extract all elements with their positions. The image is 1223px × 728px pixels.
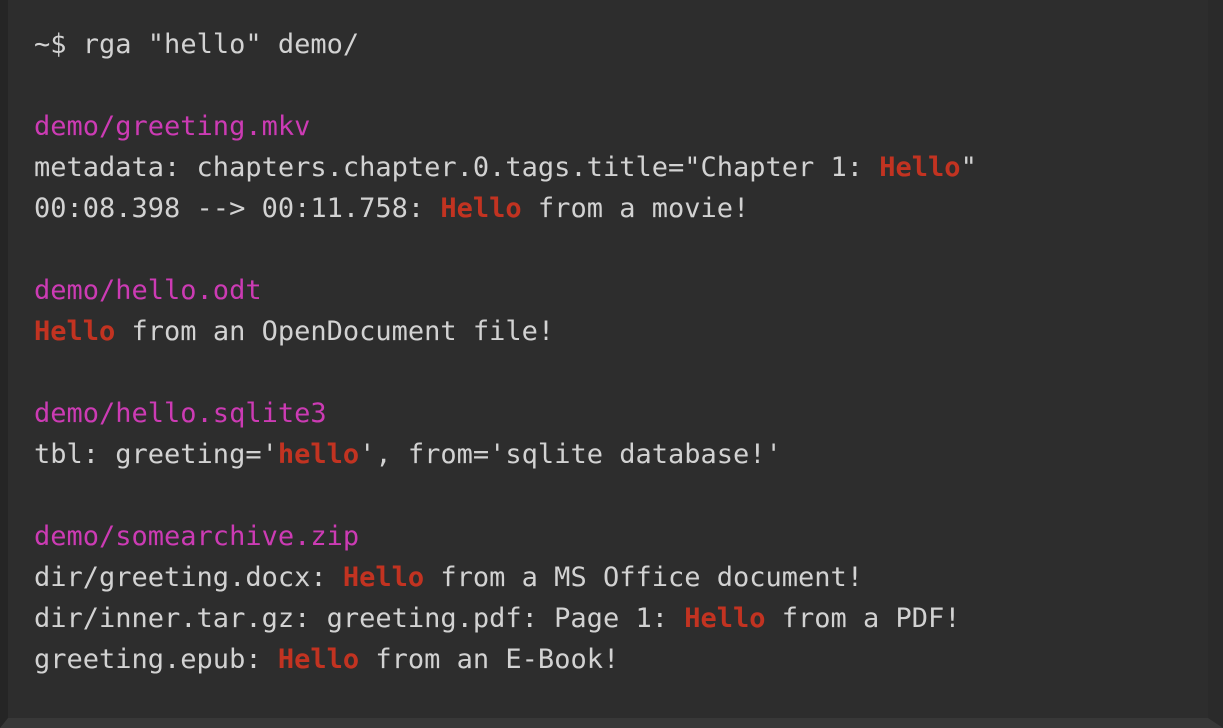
result-line: dir/greeting.docx: Hello from a MS Offic… — [34, 557, 1208, 598]
result-filename: demo/hello.sqlite3 — [34, 393, 1208, 434]
match-highlight: Hello — [342, 562, 425, 593]
command-line: ~$ rga "hello" demo/ — [34, 24, 1208, 65]
blank-line — [34, 352, 1208, 393]
output-text: from a movie! — [521, 193, 750, 224]
result-line: metadata: chapters.chapter.0.tags.title=… — [34, 147, 1208, 188]
output-text: 00:08.398 --> 00:11.758: — [34, 193, 441, 224]
result-line: dir/inner.tar.gz: greeting.pdf: Page 1: … — [34, 598, 1208, 639]
matched-filename: demo/hello.odt — [34, 275, 262, 306]
blank-line — [34, 65, 1208, 106]
output-text: from a MS Office document! — [424, 562, 864, 593]
result-line: tbl: greeting='hello', from='sqlite data… — [34, 434, 1208, 475]
output-text: metadata: chapters.chapter.0.tags.title=… — [34, 152, 880, 183]
output-text: from an OpenDocument file! — [115, 316, 555, 347]
match-highlight: Hello — [277, 644, 360, 675]
output-text: dir/inner.tar.gz: greeting.pdf: Page 1: — [34, 603, 685, 634]
result-line: Hello from an OpenDocument file! — [34, 311, 1208, 352]
output-text: from an E-Book! — [359, 644, 620, 675]
match-highlight: hello — [277, 439, 360, 470]
result-filename: demo/hello.odt — [34, 270, 1208, 311]
match-highlight: Hello — [684, 603, 766, 634]
terminal-window: ~$ rga "hello" demo/ demo/greeting.mkv me… — [0, 0, 1223, 728]
output-text: greeting.epub: — [34, 644, 278, 675]
output-text: ', from='sqlite database!' — [359, 439, 782, 470]
match-highlight: Hello — [879, 152, 961, 183]
matched-filename: demo/greeting.mkv — [34, 111, 311, 142]
output-text: dir/greeting.docx: — [34, 562, 343, 593]
output-text: tbl: greeting=' — [34, 439, 278, 470]
result-filename: demo/somearchive.zip — [34, 516, 1208, 557]
shell-prompt: ~$ — [34, 29, 83, 60]
output-text: rga "hello" demo/ — [82, 29, 360, 60]
blank-line — [34, 475, 1208, 516]
match-highlight: Hello — [34, 316, 116, 347]
output-text: " — [960, 152, 977, 183]
matched-filename: demo/somearchive.zip — [34, 521, 360, 552]
result-filename: demo/greeting.mkv — [34, 106, 1208, 147]
result-line: 00:08.398 --> 00:11.758: Hello from a mo… — [34, 188, 1208, 229]
blank-line — [34, 229, 1208, 270]
matched-filename: demo/hello.sqlite3 — [34, 398, 327, 429]
result-line: greeting.epub: Hello from an E-Book! — [34, 639, 1208, 680]
output-text: from a PDF! — [765, 603, 961, 634]
match-highlight: Hello — [440, 193, 522, 224]
terminal-output-area[interactable]: ~$ rga "hello" demo/ demo/greeting.mkv me… — [8, 0, 1208, 718]
